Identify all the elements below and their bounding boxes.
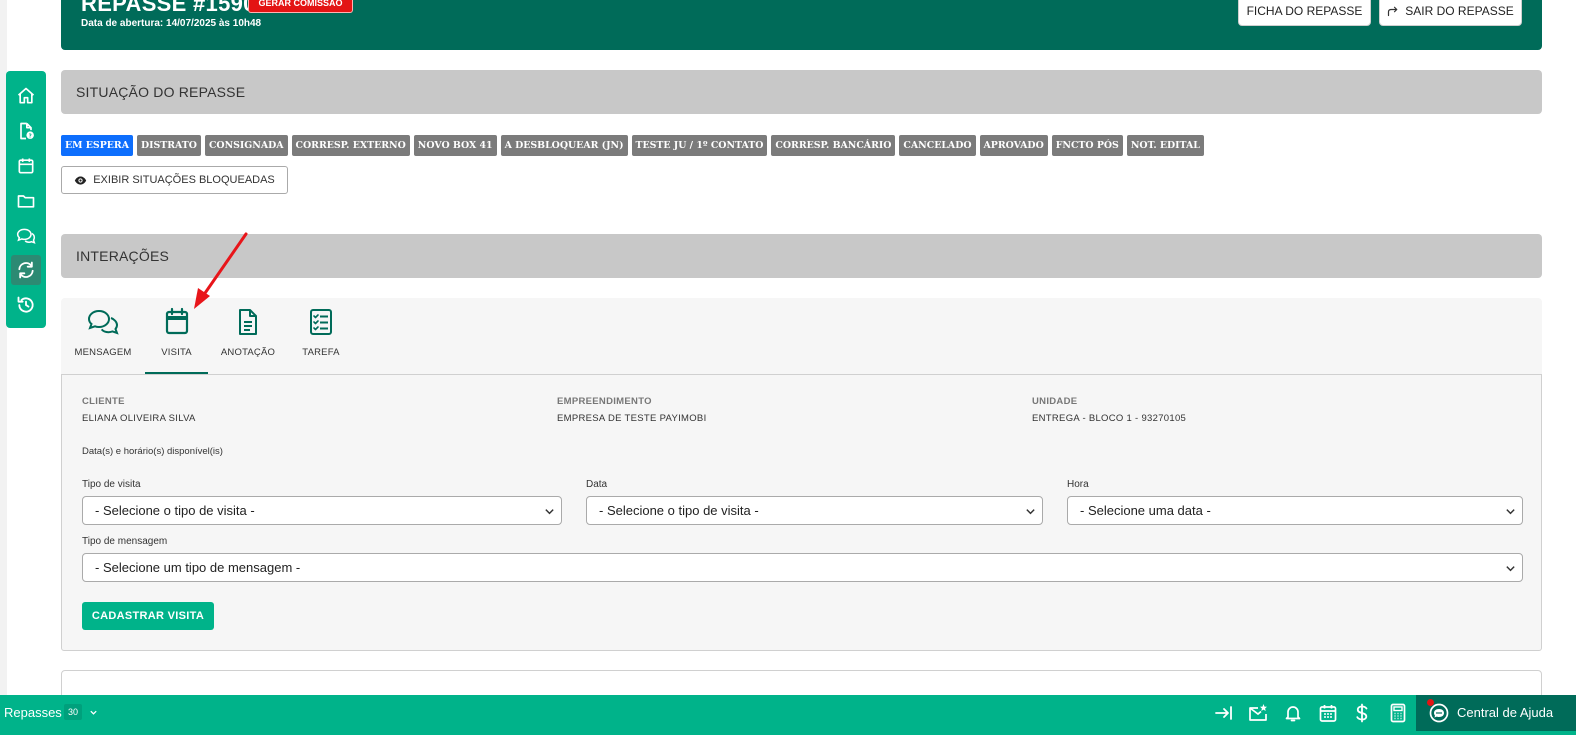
status-consignada[interactable]: CONSIGNADA	[204, 135, 288, 156]
calendar-icon[interactable]	[1318, 703, 1338, 723]
eye-icon	[75, 175, 87, 185]
cadastrar-visita-button[interactable]: CADASTRAR VISITA	[82, 602, 214, 630]
chevron-down-icon	[1506, 566, 1515, 572]
checklist-icon	[310, 309, 332, 335]
chat-icon	[87, 309, 119, 335]
cliente-value: ELIANA OLIVEIRA SILVA	[82, 413, 196, 424]
sidebar-item-calendar[interactable]	[11, 151, 41, 181]
situacao-section-header: SITUAÇÃO DO REPASSE	[61, 70, 1542, 114]
data-select[interactable]: - Selecione o tipo de visita -	[586, 496, 1043, 525]
hora-value: - Selecione uma data -	[1080, 503, 1211, 518]
sidebar-item-document-help[interactable]: ?	[11, 116, 41, 146]
tab-mensagem[interactable]: MENSAGEM	[69, 298, 137, 374]
tab-visita-label: VISITA	[161, 347, 192, 358]
chevron-down-icon	[1026, 509, 1035, 515]
interacoes-section-header: INTERAÇÕES	[61, 234, 1542, 278]
status-aprovado[interactable]: APROVADO	[979, 135, 1048, 156]
visit-form: CLIENTE ELIANA OLIVEIRA SILVA EMPREENDIM…	[61, 374, 1542, 651]
mail-star-icon[interactable]	[1248, 703, 1268, 723]
bell-icon[interactable]	[1283, 703, 1303, 723]
share-arrow-icon	[1388, 6, 1398, 17]
empreendimento-value: EMPRESA DE TESTE PAYIMOBI	[557, 413, 707, 424]
sair-repasse-button[interactable]: SAIR DO REPASSE	[1379, 0, 1522, 26]
unidade-label: UNIDADE	[1032, 396, 1078, 407]
status-corresp-bancario[interactable]: CORRESP. BANCÁRIO	[771, 135, 896, 156]
interaction-tabs: MENSAGEM VISITA ANOTAÇÃO TAREFA	[61, 298, 1542, 375]
dollar-icon[interactable]	[1352, 703, 1372, 723]
svg-text:?: ?	[29, 133, 32, 139]
tipo-mensagem-label: Tipo de mensagem	[82, 536, 168, 547]
sidebar: ?	[6, 71, 46, 328]
ficha-repasse-label: FICHA DO REPASSE	[1246, 4, 1363, 18]
tipo-visita-value: - Selecione o tipo de visita -	[95, 503, 255, 518]
central-ajuda-label: Central de Ajuda	[1457, 705, 1554, 720]
status-em-espera[interactable]: EM ESPERA	[61, 135, 133, 156]
tab-tarefa[interactable]: TAREFA	[291, 298, 351, 374]
status-distrato[interactable]: DISTRATO	[136, 135, 201, 156]
calendar-icon	[18, 158, 34, 174]
bottom-bar-title: Repasses	[4, 705, 62, 720]
status-not-edital[interactable]: NOT. EDITAL	[1126, 135, 1204, 156]
hora-select[interactable]: - Selecione uma data -	[1067, 496, 1523, 525]
status-novo-box-41[interactable]: NOVO BOX 41	[413, 135, 497, 156]
sidebar-item-history[interactable]	[11, 290, 41, 320]
annotation-arrow	[194, 232, 248, 309]
notification-dot	[1427, 699, 1434, 706]
folder-icon	[17, 195, 35, 208]
repasse-header: REPASSE #15908 GERAR COMISSÃO Data de ab…	[61, 0, 1542, 50]
tipo-visita-select[interactable]: - Selecione o tipo de visita -	[82, 496, 562, 525]
status-teste-ju[interactable]: TESTE JU / 1º CONTATO	[631, 135, 768, 156]
show-blocked-label: EXIBIR SITUAÇÕES BLOQUEADAS	[93, 174, 275, 186]
status-cancelado[interactable]: CANCELADO	[899, 135, 976, 156]
availability-text: Data(s) e horário(s) disponível(is)	[82, 446, 223, 457]
gerar-comissao-button[interactable]: GERAR COMISSÃO	[248, 0, 353, 13]
status-badges: EM ESPERA DISTRATO CONSIGNADA CORRESP. E…	[61, 135, 1204, 156]
tipo-mensagem-select[interactable]: - Selecione um tipo de mensagem -	[82, 553, 1523, 582]
bottom-bar: Repasses 30 Central de Ajuda	[0, 695, 1576, 735]
sair-repasse-label: SAIR DO REPASSE	[1405, 4, 1514, 18]
status-fncto-pos[interactable]: FNCTO PÓS	[1051, 135, 1123, 156]
document-help-icon: ?	[20, 122, 34, 140]
chevron-down-icon[interactable]	[89, 708, 98, 717]
calculator-icon[interactable]	[1388, 703, 1408, 723]
sidebar-item-home[interactable]	[11, 81, 41, 111]
status-a-desbloquear[interactable]: A DESBLOQUEAR (JN)	[500, 135, 628, 156]
page-title: REPASSE #15908	[81, 0, 269, 16]
empreendimento-label: EMPREENDIMENTO	[557, 396, 652, 407]
refresh-icon	[18, 261, 34, 279]
history-icon	[17, 296, 34, 313]
tipo-visita-label: Tipo de visita	[82, 479, 141, 490]
show-blocked-button[interactable]: EXIBIR SITUAÇÕES BLOQUEADAS	[61, 166, 288, 194]
collapse-arrow-icon[interactable]	[1214, 703, 1234, 723]
data-value: - Selecione o tipo de visita -	[599, 503, 759, 518]
chevron-down-icon	[1506, 509, 1515, 515]
cliente-label: CLIENTE	[82, 396, 125, 407]
opened-date: Data de abertura: 14/07/2025 às 10h48	[81, 18, 262, 29]
situacao-title: SITUAÇÃO DO REPASSE	[76, 84, 246, 100]
ficha-repasse-button[interactable]: FICHA DO REPASSE	[1238, 0, 1371, 26]
status-corresp-externo[interactable]: CORRESP. EXTERNO	[291, 135, 410, 156]
chat-icon	[16, 228, 36, 244]
interacoes-title: INTERAÇÕES	[76, 248, 170, 264]
repasses-count: 30	[64, 704, 83, 720]
hora-label: Hora	[1067, 479, 1089, 490]
home-icon	[17, 87, 35, 104]
central-ajuda-button[interactable]: Central de Ajuda	[1416, 695, 1576, 731]
unidade-value: ENTREGA - BLOCO 1 - 93270105	[1032, 413, 1187, 424]
sidebar-item-chat[interactable]	[11, 221, 41, 251]
sidebar-item-repasses[interactable]	[11, 255, 41, 285]
sidebar-item-folder[interactable]	[11, 186, 41, 216]
tab-mensagem-label: MENSAGEM	[74, 347, 132, 358]
chevron-down-icon	[545, 509, 554, 515]
page: REPASSE #15908 GERAR COMISSÃO Data de ab…	[0, 0, 1576, 735]
tab-tarefa-label: TAREFA	[302, 347, 340, 358]
data-label: Data	[586, 479, 608, 490]
chat-help-icon	[1429, 703, 1449, 723]
tipo-mensagem-value: - Selecione um tipo de mensagem -	[95, 560, 301, 575]
tab-anotacao-label: ANOTAÇÃO	[220, 347, 276, 358]
